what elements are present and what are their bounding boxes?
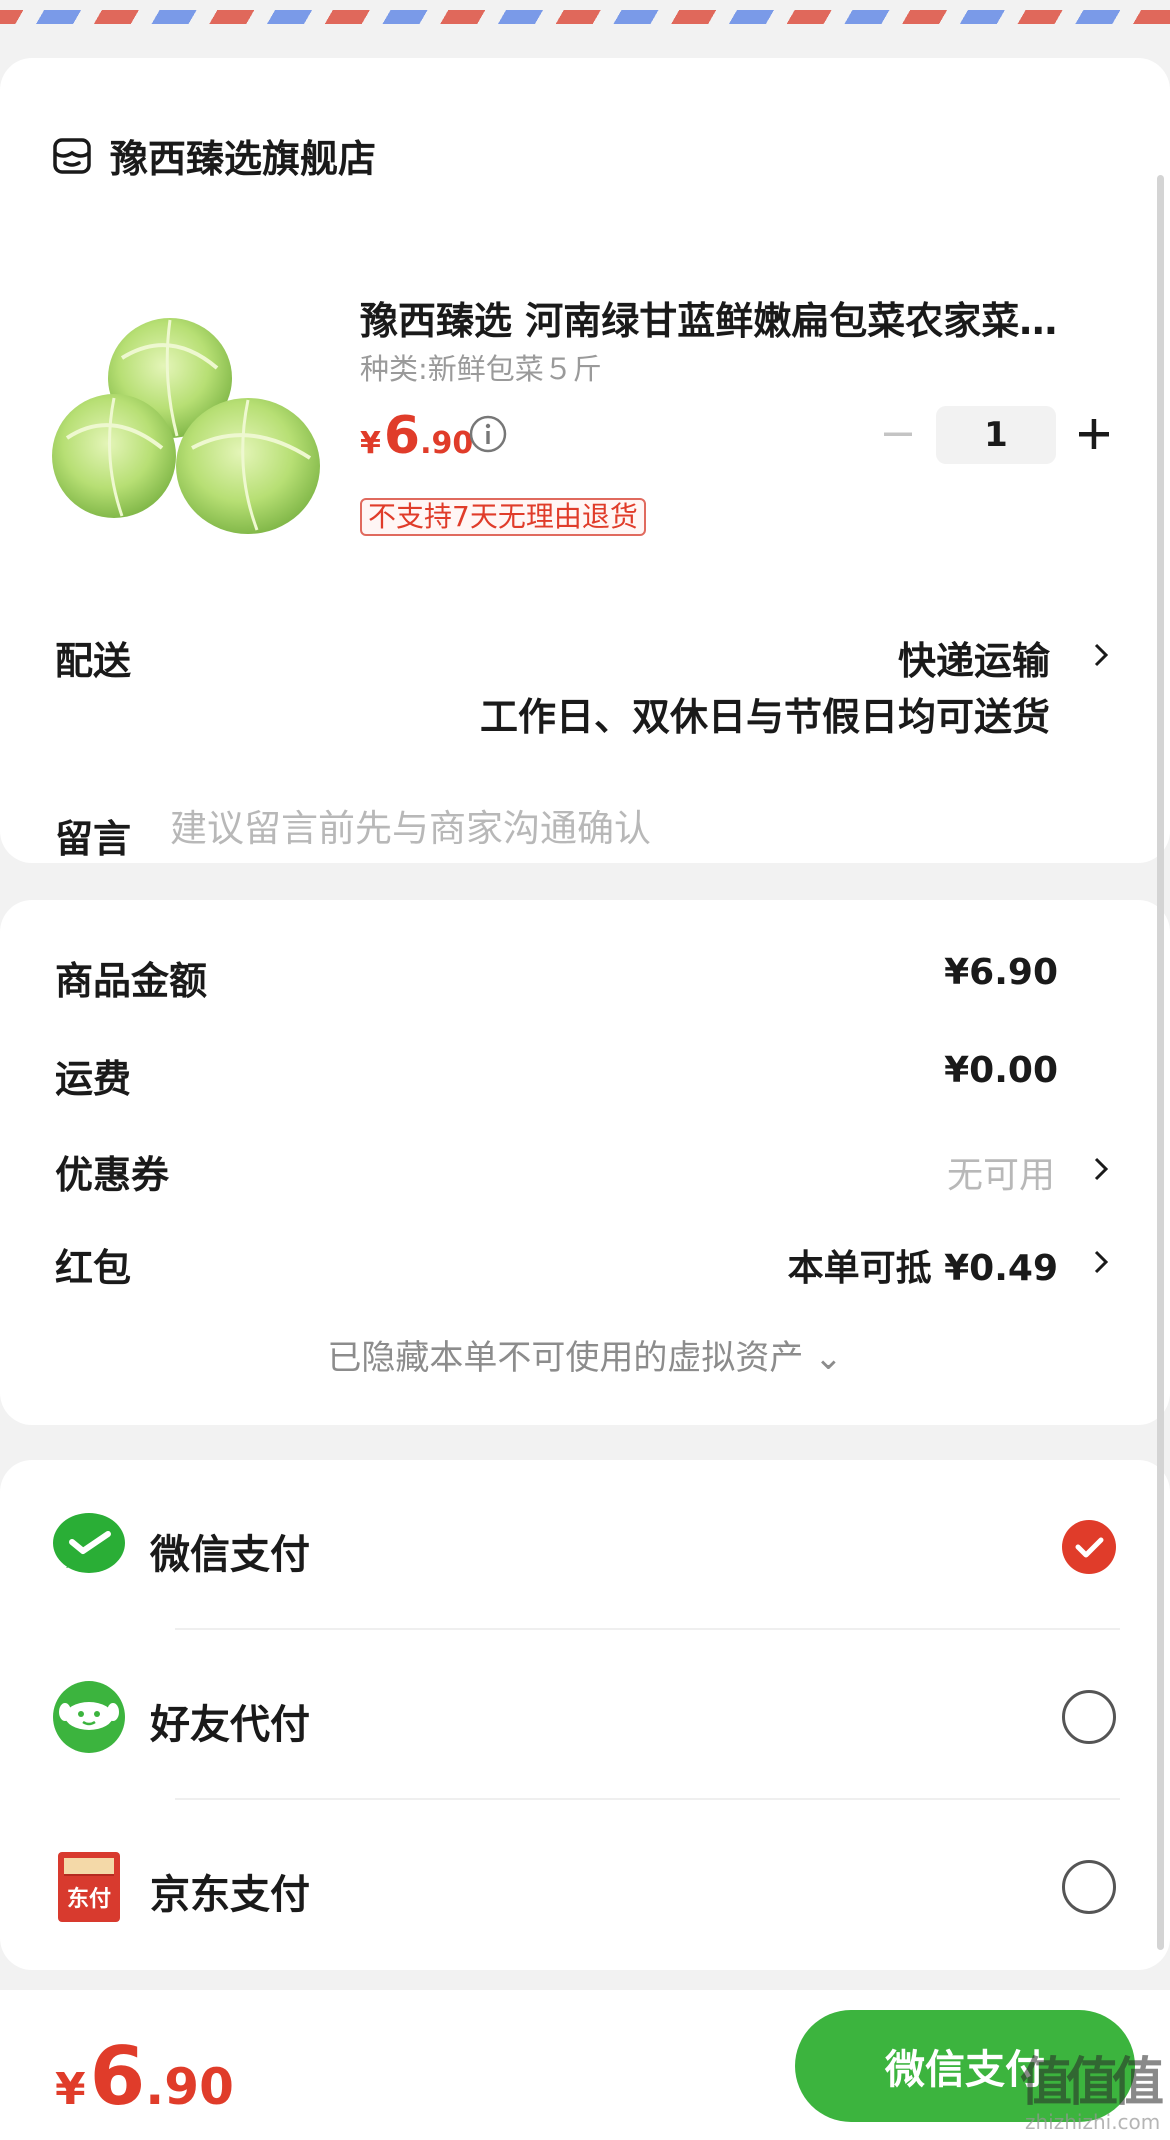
- payment-radio[interactable]: [1062, 1690, 1116, 1744]
- coupon-label[interactable]: 优惠券: [55, 1144, 169, 1199]
- order-card: 豫西臻选旗舰店 豫西臻选 河南绿甘蓝鲜嫩扁包菜农家菜… 种类:新鲜包菜５斤 ¥ …: [0, 58, 1170, 863]
- hidden-assets-toggle[interactable]: 已隐藏本单不可使用的虚拟资产 ⌄: [0, 1330, 1170, 1379]
- chevron-right-icon[interactable]: [1086, 640, 1116, 670]
- red-packet-value[interactable]: 本单可抵 ¥0.49: [788, 1239, 1058, 1291]
- price-integer: 6: [383, 406, 421, 466]
- jd-pay-icon: 东付: [58, 1852, 120, 1922]
- payment-option-wechat[interactable]: 微信支付: [0, 1460, 1170, 1630]
- delivery-label: 配送: [55, 639, 132, 683]
- checkout-page: 豫西臻选旗舰店 豫西臻选 河南绿甘蓝鲜嫩扁包菜农家菜… 种类:新鲜包菜５斤 ¥ …: [0, 0, 1170, 2140]
- info-icon[interactable]: [468, 414, 508, 454]
- store-name: 豫西臻选旗舰店: [110, 137, 377, 181]
- price-currency: ¥: [360, 426, 381, 461]
- watermark-url: zhizhizhi.com: [1025, 2110, 1161, 2134]
- total-decimal: .90: [145, 2058, 234, 2116]
- payment-methods-card: 微信支付 好友代付 东付 京东支付: [0, 1460, 1170, 1970]
- goods-amount-value: ¥6.90: [944, 952, 1058, 993]
- delivery-note: 工作日、双休日与节假日均可送货: [479, 695, 1050, 739]
- payment-option-friend[interactable]: 好友代付: [0, 1630, 1170, 1800]
- goods-amount-label: 商品金额: [55, 959, 208, 1003]
- checkout-bar: ¥ 6 .90 微信支付: [0, 1990, 1170, 2140]
- store-header[interactable]: 豫西臻选旗舰店: [52, 128, 376, 183]
- total-integer: 6: [89, 2030, 146, 2123]
- payment-option-jd[interactable]: 东付 京东支付: [0, 1800, 1170, 1970]
- price-decimal: .90: [420, 426, 474, 461]
- cabbage-image[interactable]: [52, 258, 327, 558]
- remark-label: 留言: [55, 817, 132, 861]
- payment-label: 好友代付: [150, 1702, 310, 1748]
- store-icon: [53, 137, 91, 174]
- product-price: ¥ 6 .90: [360, 406, 473, 466]
- chevron-right-icon[interactable]: [1086, 1247, 1116, 1277]
- payment-radio[interactable]: [1062, 1860, 1116, 1914]
- watermark: 值值值: [1020, 2053, 1164, 2113]
- remark-input[interactable]: [170, 800, 1070, 856]
- order-total: ¥ 6 .90: [55, 2030, 234, 2123]
- product-title[interactable]: 豫西臻选 河南绿甘蓝鲜嫩扁包菜农家菜…: [360, 290, 1100, 345]
- payment-radio-selected[interactable]: [1062, 1520, 1116, 1574]
- quantity-field[interactable]: 1: [936, 406, 1056, 464]
- increase-quantity-button[interactable]: [1076, 416, 1112, 452]
- return-policy-tag: 不支持7天无理由退货: [360, 498, 646, 536]
- coupon-value[interactable]: 无可用: [947, 1146, 1055, 1198]
- total-currency: ¥: [55, 2064, 86, 2115]
- scrollbar[interactable]: [1157, 175, 1164, 1950]
- airmail-border: [0, 10, 1170, 24]
- svg-text:东付: 东付: [67, 1886, 111, 1912]
- payment-label: 京东支付: [150, 1872, 310, 1918]
- payment-label: 微信支付: [150, 1532, 310, 1578]
- shipping-fee-value: ¥0.00: [944, 1050, 1058, 1091]
- shipping-fee-label: 运费: [55, 1057, 132, 1101]
- price-summary-card: 商品金额 ¥6.90 运费 ¥0.00 优惠券 无可用 红包 本单可抵 ¥0.4…: [0, 900, 1170, 1425]
- decrease-quantity-button[interactable]: [880, 416, 916, 452]
- chevron-right-icon[interactable]: [1086, 1154, 1116, 1184]
- product-spec[interactable]: 种类:新鲜包菜５斤: [360, 346, 602, 388]
- checkmark-icon: [1075, 1537, 1104, 1558]
- red-packet-label[interactable]: 红包: [55, 1237, 131, 1292]
- friend-pay-icon: [53, 1681, 125, 1753]
- delivery-method[interactable]: 快递运输: [898, 630, 1050, 685]
- wechat-pay-icon: [53, 1513, 125, 1573]
